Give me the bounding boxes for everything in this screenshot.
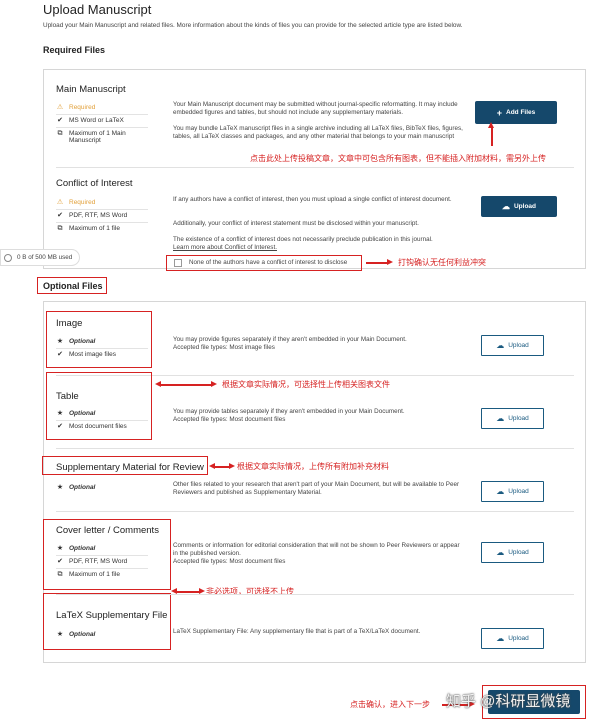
annotation-arrow: [366, 259, 393, 265]
meta-optional: ★ Optional: [56, 408, 148, 421]
cloud-upload-icon: ☁: [496, 548, 505, 557]
image-title: Image: [56, 318, 83, 329]
latex-supplementary-title: LaTeX Supplementary File: [56, 610, 168, 621]
cover-letter-description-1: Comments or information for editorial co…: [173, 542, 460, 557]
conflict-upload-button[interactable]: ☁ Upload: [481, 196, 557, 217]
image-upload-button[interactable]: ☁ Upload: [481, 335, 544, 356]
warning-icon: ⚠: [56, 104, 64, 111]
check-icon: ✔: [57, 423, 63, 430]
conflict-description-1: If any authors have a conflict of intere…: [173, 196, 452, 203]
cloud-upload-icon: ☁: [496, 414, 505, 423]
supplementary-description: Other files related to your research tha…: [173, 481, 460, 496]
no-conflict-checkbox[interactable]: [174, 259, 182, 267]
check-icon: ✔: [57, 212, 63, 219]
conflict-learn-more-link[interactable]: Learn more about Conflict of Interest.: [173, 244, 277, 252]
meta-file-types: ✔ Most image files: [57, 351, 116, 358]
meta-file-types: ✔ Most document files: [57, 423, 127, 430]
meta-required: ⚠ Required: [56, 197, 148, 210]
check-icon: ✔: [57, 351, 63, 358]
conflict-description-3: The existence of a conflict of interest …: [173, 236, 433, 243]
annotation-conflict: 打钩确认无任何利益冲突: [398, 258, 486, 267]
main-manuscript-description-2: You may bundle LaTeX manuscript files in…: [173, 125, 463, 140]
required-files-title: Required Files: [43, 45, 106, 55]
section-divider: [56, 448, 574, 449]
star-icon: ★: [56, 484, 64, 491]
conflict-meta: ⚠ Required ✔ PDF, RTF, MS Word ⧉ Maximum of…: [56, 197, 148, 235]
supplementary-upload-button[interactable]: ☁ Upload: [481, 481, 544, 502]
star-icon: ★: [56, 545, 64, 552]
table-meta: ★ Optional ✔ Most document files: [56, 408, 148, 433]
image-description-1: You may provide figures separately if th…: [173, 336, 407, 343]
cover-letter-upload-button[interactable]: ☁ Upload: [481, 542, 544, 563]
star-icon: ★: [56, 410, 64, 417]
meta-max-files: ⧉ Maximum of 1 file: [57, 571, 120, 578]
latex-upload-button[interactable]: ☁ Upload: [481, 628, 544, 649]
storage-ring-icon: [4, 253, 12, 262]
meta-optional: ★ Optional: [56, 484, 96, 491]
meta-required: ⚠ Required: [56, 102, 148, 115]
plus-icon: +: [496, 107, 502, 118]
annotation-upload-manuscript: 点击此处上传投稿文章，文章中可包含所有图表，但不能插入附加材料，需另外上传: [250, 154, 546, 163]
cover-letter-title: Cover letter / Comments: [56, 525, 159, 536]
check-icon: ✔: [57, 558, 63, 565]
main-manuscript-meta: ⚠ Required ✔ MS Word or LaTeX ⧉ Maximum of …: [56, 102, 148, 146]
meta-file-types: ✔ PDF, RTF, MS Word: [56, 210, 148, 223]
meta-file-types: ✔ PDF, RTF, MS Word: [56, 556, 148, 569]
meta-optional: ★ Optional: [56, 543, 148, 556]
annotation-double-arrow: [155, 381, 217, 387]
section-divider: [56, 167, 574, 168]
meta-file-types: ✔ MS Word or LaTeX: [56, 115, 148, 128]
cover-letter-meta: ★ Optional ✔ PDF, RTF, MS Word ⧉ Maximum of…: [56, 543, 148, 581]
meta-max-files: ⧉ Maximum of 1 file: [57, 225, 120, 232]
supplementary-meta: ★ Optional: [56, 482, 148, 494]
table-title: Table: [56, 391, 79, 402]
table-upload-button[interactable]: ☁ Upload: [481, 408, 544, 429]
annotation-optional-skip: 非必选项，可选择不上传: [206, 587, 294, 596]
cloud-upload-icon: ☁: [496, 634, 505, 643]
table-description-2: Accepted file types: Most document files: [173, 416, 286, 423]
latex-meta: ★ Optional: [56, 629, 148, 641]
cloud-upload-icon: ☁: [496, 487, 505, 496]
copy-icon: ⧉: [57, 571, 63, 578]
section-divider: [56, 511, 574, 512]
copy-icon: ⧉: [57, 130, 63, 137]
annotation-arrow-up: [488, 122, 494, 146]
annotation-double-arrow: [171, 588, 205, 594]
star-icon: ★: [56, 338, 64, 345]
cloud-upload-icon: ☁: [496, 341, 505, 350]
annotation-image-table: 根据文章实际情况，可选择性上传相关图表文件: [222, 380, 390, 389]
main-manuscript-title: Main Manuscript: [56, 84, 126, 95]
storage-usage: 0 B of 500 MB used: [0, 249, 80, 266]
page-title: Upload Manuscript: [43, 2, 152, 17]
conflict-description-2: Additionally, your conflict of interest …: [173, 220, 419, 227]
meta-max-files: ⧉ Maximum of 1 Main Manuscript: [57, 130, 126, 144]
supplementary-title: Supplementary Material for Review: [56, 462, 204, 473]
star-icon: ★: [56, 631, 64, 638]
page-description: Upload your Main Manuscript and related …: [43, 22, 463, 29]
watermark: 知乎 @科研显微镜: [446, 693, 571, 710]
latex-description: LaTeX Supplementary File: Any supplement…: [173, 628, 421, 635]
annotation-supplementary: 根据文章实际情况，上传所有附加补充材料: [237, 462, 389, 471]
meta-optional: ★ Optional: [56, 336, 148, 349]
meta-optional: ★ Optional: [56, 631, 96, 638]
optional-files-title: Optional Files: [43, 281, 103, 291]
cover-letter-description-2: Accepted file types: Most document files: [173, 558, 286, 565]
add-files-button[interactable]: + Add Files: [475, 101, 557, 124]
image-meta: ★ Optional ✔ Most image files: [56, 336, 148, 361]
copy-icon: ⧉: [57, 225, 63, 232]
image-description-2: Accepted file types: Most image files: [173, 344, 275, 351]
conflict-of-interest-title: Conflict of Interest: [56, 178, 133, 189]
section-divider: [56, 594, 574, 595]
warning-icon: ⚠: [56, 199, 64, 206]
table-description-1: You may provide tables separately if the…: [173, 408, 405, 415]
cloud-upload-icon: ☁: [501, 202, 510, 211]
no-conflict-checkbox-label: None of the authors have a conflict of i…: [189, 259, 348, 266]
annotation-double-arrow: [209, 463, 235, 469]
main-manuscript-description-1: Your Main Manuscript document may be sub…: [173, 101, 458, 116]
check-icon: ✔: [57, 117, 63, 124]
annotation-box-latex: [43, 593, 171, 650]
annotation-next-step: 点击确认，进入下一步: [350, 700, 430, 709]
